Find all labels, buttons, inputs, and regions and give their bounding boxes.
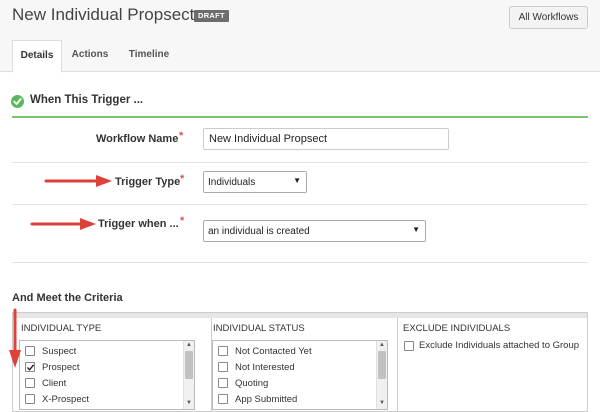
list-item[interactable]: Not Interested	[218, 361, 368, 375]
checkbox[interactable]	[218, 362, 228, 372]
trigger-when-label: Trigger when ...	[98, 218, 179, 230]
list-item-label: App Submitted	[235, 394, 298, 405]
red-arrow-icon	[9, 308, 21, 368]
exclude-column: EXCLUDE INDIVIDUALS Exclude Individuals …	[397, 318, 587, 412]
required-marker: *	[179, 130, 184, 142]
list-item[interactable]: X-Prospect	[25, 393, 175, 407]
scroll-down-icon[interactable]: ▼	[186, 400, 192, 406]
individual-status-header: INDIVIDUAL STATUS	[213, 323, 305, 334]
tab-bar: Details Actions Timeline	[0, 40, 600, 73]
criteria-panel: INDIVIDUAL TYPE Suspect Prospect Client …	[12, 312, 588, 412]
list-item-label: Not Contacted Yet	[235, 346, 312, 357]
individual-type-header: INDIVIDUAL TYPE	[21, 323, 102, 334]
row-divider	[12, 204, 588, 205]
list-item-label: Not Interested	[235, 362, 295, 373]
list-item-label: Suspect	[42, 346, 77, 357]
list-item[interactable]: Suspect	[25, 345, 175, 359]
checkbox[interactable]	[218, 378, 228, 388]
checkbox[interactable]	[404, 341, 414, 351]
required-marker: *	[180, 173, 185, 185]
red-arrow-icon	[44, 175, 112, 187]
checkbox[interactable]	[218, 346, 228, 356]
list-item-label: X-Prospect	[42, 394, 89, 405]
checkbox[interactable]	[25, 346, 35, 356]
status-badge: DRAFT	[194, 10, 229, 22]
row-divider	[12, 262, 588, 263]
exclude-option-label: Exclude Individuals attached to Group	[419, 340, 580, 351]
checkbox[interactable]	[218, 394, 228, 404]
tab-details[interactable]: Details	[12, 40, 62, 73]
list-item-label: Client	[42, 378, 67, 389]
individual-type-list[interactable]: Suspect Prospect Client X-Prospect ▲ ▼	[19, 340, 195, 410]
list-item-label: Quoting	[235, 378, 269, 389]
list-item[interactable]: Not Contacted Yet	[218, 345, 368, 359]
list-item[interactable]: Prospect	[25, 361, 175, 375]
checkbox-checked[interactable]	[25, 362, 35, 372]
individual-type-column: INDIVIDUAL TYPE Suspect Prospect Client …	[13, 318, 211, 412]
trigger-section-title: When This Trigger ...	[30, 94, 144, 106]
caret-down-icon: ▼	[412, 225, 420, 234]
list-item-label: Prospect	[42, 362, 80, 373]
red-arrow-icon	[30, 218, 96, 230]
scroll-down-icon[interactable]: ▼	[379, 400, 385, 406]
list-item[interactable]: App Submitted	[218, 393, 368, 407]
list-item[interactable]: Client	[25, 377, 175, 391]
individual-status-list[interactable]: Not Contacted Yet Not Interested Quoting…	[212, 340, 388, 410]
page-header: New Individual Propsect DRAFT All Workfl…	[0, 0, 600, 73]
check-icon	[26, 364, 35, 371]
trigger-type-select[interactable]: Individuals ▼	[203, 171, 307, 193]
trigger-when-value: an individual is created	[208, 226, 310, 237]
workflow-name-label: Workflow Name	[96, 133, 179, 145]
checkbox[interactable]	[25, 378, 35, 388]
scrollbar[interactable]: ▲ ▼	[183, 341, 194, 409]
scrollbar[interactable]: ▲ ▼	[376, 341, 387, 409]
exclude-header: EXCLUDE INDIVIDUALS	[403, 323, 511, 334]
trigger-type-label: Trigger Type	[115, 176, 181, 188]
section-divider	[12, 116, 588, 118]
scroll-thumb[interactable]	[185, 351, 193, 379]
caret-down-icon: ▼	[293, 176, 301, 185]
checkbox[interactable]	[25, 394, 35, 404]
tab-actions[interactable]: Actions	[66, 40, 114, 72]
scroll-thumb[interactable]	[378, 351, 386, 379]
criteria-title: And Meet the Criteria	[12, 292, 123, 304]
workflow-name-input[interactable]	[203, 128, 449, 150]
scroll-up-icon[interactable]: ▲	[379, 342, 385, 348]
trigger-when-select[interactable]: an individual is created ▼	[203, 220, 426, 242]
page-title: New Individual Propsect	[12, 5, 195, 24]
all-workflows-button[interactable]: All Workflows	[509, 6, 588, 29]
check-circle-icon	[11, 95, 24, 108]
tab-timeline[interactable]: Timeline	[122, 40, 176, 72]
row-divider	[12, 162, 588, 163]
individual-status-column: INDIVIDUAL STATUS Not Contacted Yet Not …	[212, 318, 402, 412]
scroll-up-icon[interactable]: ▲	[186, 342, 192, 348]
list-item[interactable]: Quoting	[218, 377, 368, 391]
required-marker: *	[180, 215, 185, 227]
trigger-type-value: Individuals	[208, 177, 256, 188]
